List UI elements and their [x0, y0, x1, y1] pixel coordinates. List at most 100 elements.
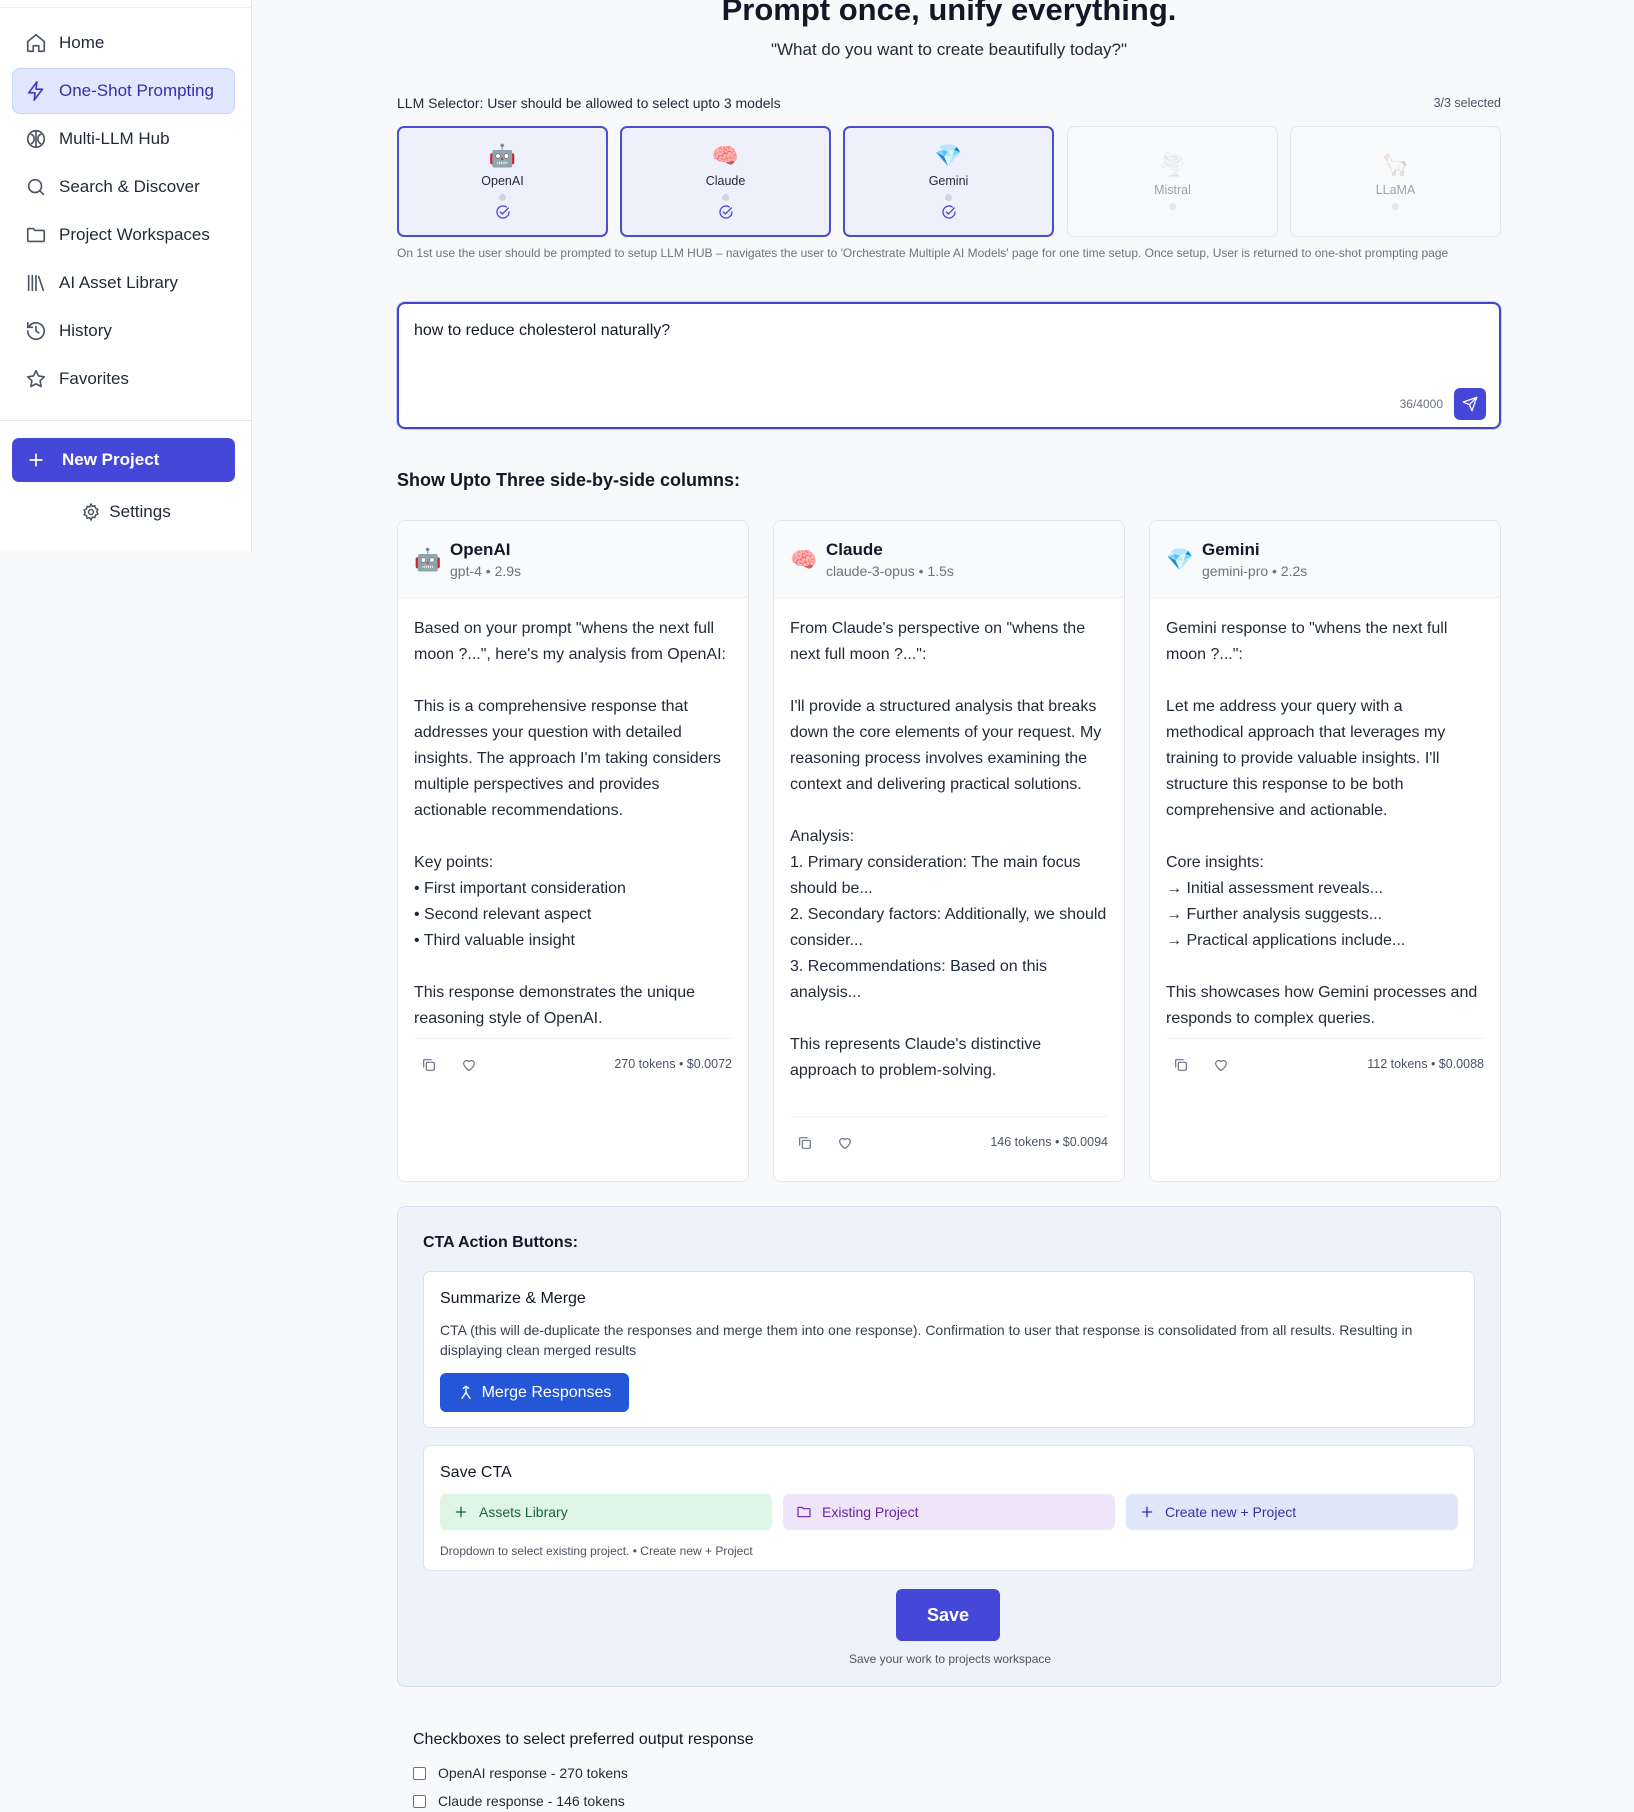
heart-icon[interactable]	[837, 1135, 853, 1151]
sidebar-item-home[interactable]: Home	[12, 20, 235, 66]
response-footer: 112 tokens • $0.0088	[1166, 1038, 1484, 1086]
heart-icon[interactable]	[461, 1057, 477, 1073]
settings-label: Settings	[109, 502, 171, 521]
option-label: Assets Library	[479, 1504, 568, 1520]
model-name: OpenAI	[481, 174, 524, 188]
merge-icon	[460, 1385, 471, 1399]
checkbox-claude-response[interactable]: Claude response - 146 tokens	[413, 1793, 625, 1809]
robot-icon: 🤖	[488, 143, 517, 168]
merge-description: CTA (this will de-duplicate the response…	[440, 1322, 1413, 1358]
columns-heading: Show Upto Three side-by-side columns:	[397, 470, 741, 490]
copy-icon[interactable]	[797, 1135, 813, 1151]
model-card-openai[interactable]: 🤖 OpenAI	[397, 126, 608, 237]
new-project-label: New Project	[62, 450, 160, 469]
save-title: Save CTA	[440, 1464, 512, 1481]
sidebar-item-search-discover[interactable]: Search & Discover	[12, 164, 235, 210]
response-meta: gemini-pro • 2.2s	[1202, 563, 1308, 579]
checkbox-label: OpenAI response - 270 tokens	[438, 1765, 628, 1781]
response-meta: gpt-4 • 2.9s	[450, 563, 522, 579]
merge-button-label: Merge Responses	[481, 1383, 612, 1401]
prompt-input[interactable]: how to reduce cholesterol naturally? 36/…	[397, 302, 1501, 429]
sidebar-item-label: Favorites	[59, 369, 129, 388]
llm-selector-label: LLM Selector: User should be allowed to …	[397, 95, 781, 111]
response-card-gemini: 💎 Gemini gemini-pro • 2.2s Gemini respon…	[1149, 520, 1501, 1182]
response-model-name: Claude	[826, 540, 883, 559]
model-name: Claude	[705, 174, 746, 188]
copy-icon[interactable]	[1173, 1057, 1189, 1073]
sidebar-item-label: AI Asset Library	[59, 273, 179, 292]
plus-icon	[1141, 1506, 1153, 1518]
sidebar: Home One-Shot Prompting Multi-LLM Hub Se…	[0, 0, 252, 551]
status-dot	[499, 194, 506, 201]
status-dot	[722, 194, 729, 201]
save-hint: Dropdown to select existing project. • C…	[440, 1544, 753, 1558]
send-button[interactable]	[1454, 388, 1486, 420]
setup-note: On 1st use the user should be prompted t…	[397, 246, 1449, 260]
status-dot	[1392, 203, 1399, 210]
option-label: Existing Project	[822, 1504, 919, 1520]
checkbox-heading: Checkboxes to select preferred output re…	[413, 1731, 754, 1748]
cta-section: CTA Action Buttons: Summarize & Merge CT…	[397, 1206, 1501, 1687]
checkbox[interactable]	[413, 1766, 426, 1780]
prompt-text[interactable]: how to reduce cholesterol naturally?	[414, 322, 670, 340]
sidebar-nav: Home One-Shot Prompting Multi-LLM Hub Se…	[12, 20, 235, 404]
response-card-openai: 🤖 OpenAI gpt-4 • 2.9s Based on your prom…	[397, 520, 749, 1182]
merge-responses-button[interactable]: Merge Responses	[440, 1373, 629, 1412]
status-dot	[1169, 203, 1176, 210]
send-icon	[1462, 396, 1478, 412]
response-body: From Claude's perspective on "whens the …	[790, 620, 1107, 1079]
response-card-claude: 🧠 Claude claude-3-opus • 1.5s From Claud…	[773, 520, 1125, 1182]
gem-icon: 💎	[934, 143, 963, 168]
response-stats: 112 tokens • $0.0088	[1367, 1057, 1484, 1071]
llama-icon: 🦙	[1381, 152, 1410, 177]
star-icon	[26, 369, 46, 388]
sidebar-item-history[interactable]: History	[12, 308, 235, 354]
sidebar-item-ai-asset-library[interactable]: AI Asset Library	[12, 260, 235, 306]
sidebar-item-favorites[interactable]: Favorites	[12, 356, 235, 402]
model-card-mistral[interactable]: 🌪️ Mistral	[1067, 126, 1278, 237]
plus-icon	[29, 453, 43, 467]
response-stats: 146 tokens • $0.0094	[990, 1135, 1108, 1149]
model-card-llama[interactable]: 🦙 LLaMA	[1290, 126, 1501, 237]
check-circle-icon	[495, 205, 510, 219]
gem-icon: 💎	[1166, 547, 1194, 572]
copy-icon[interactable]	[421, 1057, 437, 1073]
folder-icon	[26, 227, 46, 243]
folder-icon	[797, 1506, 811, 1518]
plus-icon	[455, 1506, 467, 1518]
sidebar-item-multi-llm-hub[interactable]: Multi-LLM Hub	[12, 116, 235, 162]
create-new-project-button[interactable]: Create new + Project	[1126, 1494, 1458, 1530]
model-card-claude[interactable]: 🧠 Claude	[620, 126, 831, 237]
model-card-gemini[interactable]: 💎 Gemini	[843, 126, 1054, 237]
selected-count: 3/3 selected	[1433, 96, 1501, 110]
brain-icon: 🧠	[790, 547, 818, 572]
model-name: Gemini	[928, 174, 969, 188]
response-stats: 270 tokens • $0.0072	[614, 1057, 732, 1071]
status-dot	[945, 194, 952, 201]
heart-icon[interactable]	[1213, 1057, 1229, 1073]
new-project-button[interactable]: New Project	[12, 438, 235, 482]
response-meta: claude-3-opus • 1.5s	[826, 563, 954, 579]
sidebar-item-one-shot-prompting[interactable]: One-Shot Prompting	[12, 68, 235, 114]
checkbox[interactable]	[413, 1794, 426, 1808]
settings-link[interactable]: Settings	[0, 500, 252, 524]
response-header: 💎 Gemini gemini-pro • 2.2s	[1150, 521, 1500, 598]
save-to-existing-project-button[interactable]: Existing Project	[783, 1494, 1115, 1530]
sidebar-item-label: Multi-LLM Hub	[59, 129, 170, 148]
save-button[interactable]: Save	[896, 1589, 1000, 1641]
brain-icon	[26, 129, 46, 149]
merge-title: Summarize & Merge	[440, 1290, 586, 1307]
response-body: Based on your prompt "whens the next ful…	[414, 620, 726, 1027]
robot-icon: 🤖	[414, 547, 442, 572]
sidebar-item-label: Home	[59, 33, 105, 52]
response-model-name: Gemini	[1202, 540, 1260, 559]
search-icon	[27, 178, 45, 196]
save-to-assets-library-button[interactable]: Assets Library	[440, 1494, 772, 1530]
checkbox-openai-response[interactable]: OpenAI response - 270 tokens	[413, 1765, 628, 1781]
response-footer: 270 tokens • $0.0072	[414, 1038, 732, 1086]
sidebar-item-label: Project Workspaces	[59, 225, 210, 244]
history-icon	[26, 321, 46, 341]
page-title: Prompt once, unify everything.	[721, 0, 1177, 27]
sidebar-item-project-workspaces[interactable]: Project Workspaces	[12, 212, 235, 258]
divider	[0, 420, 251, 421]
